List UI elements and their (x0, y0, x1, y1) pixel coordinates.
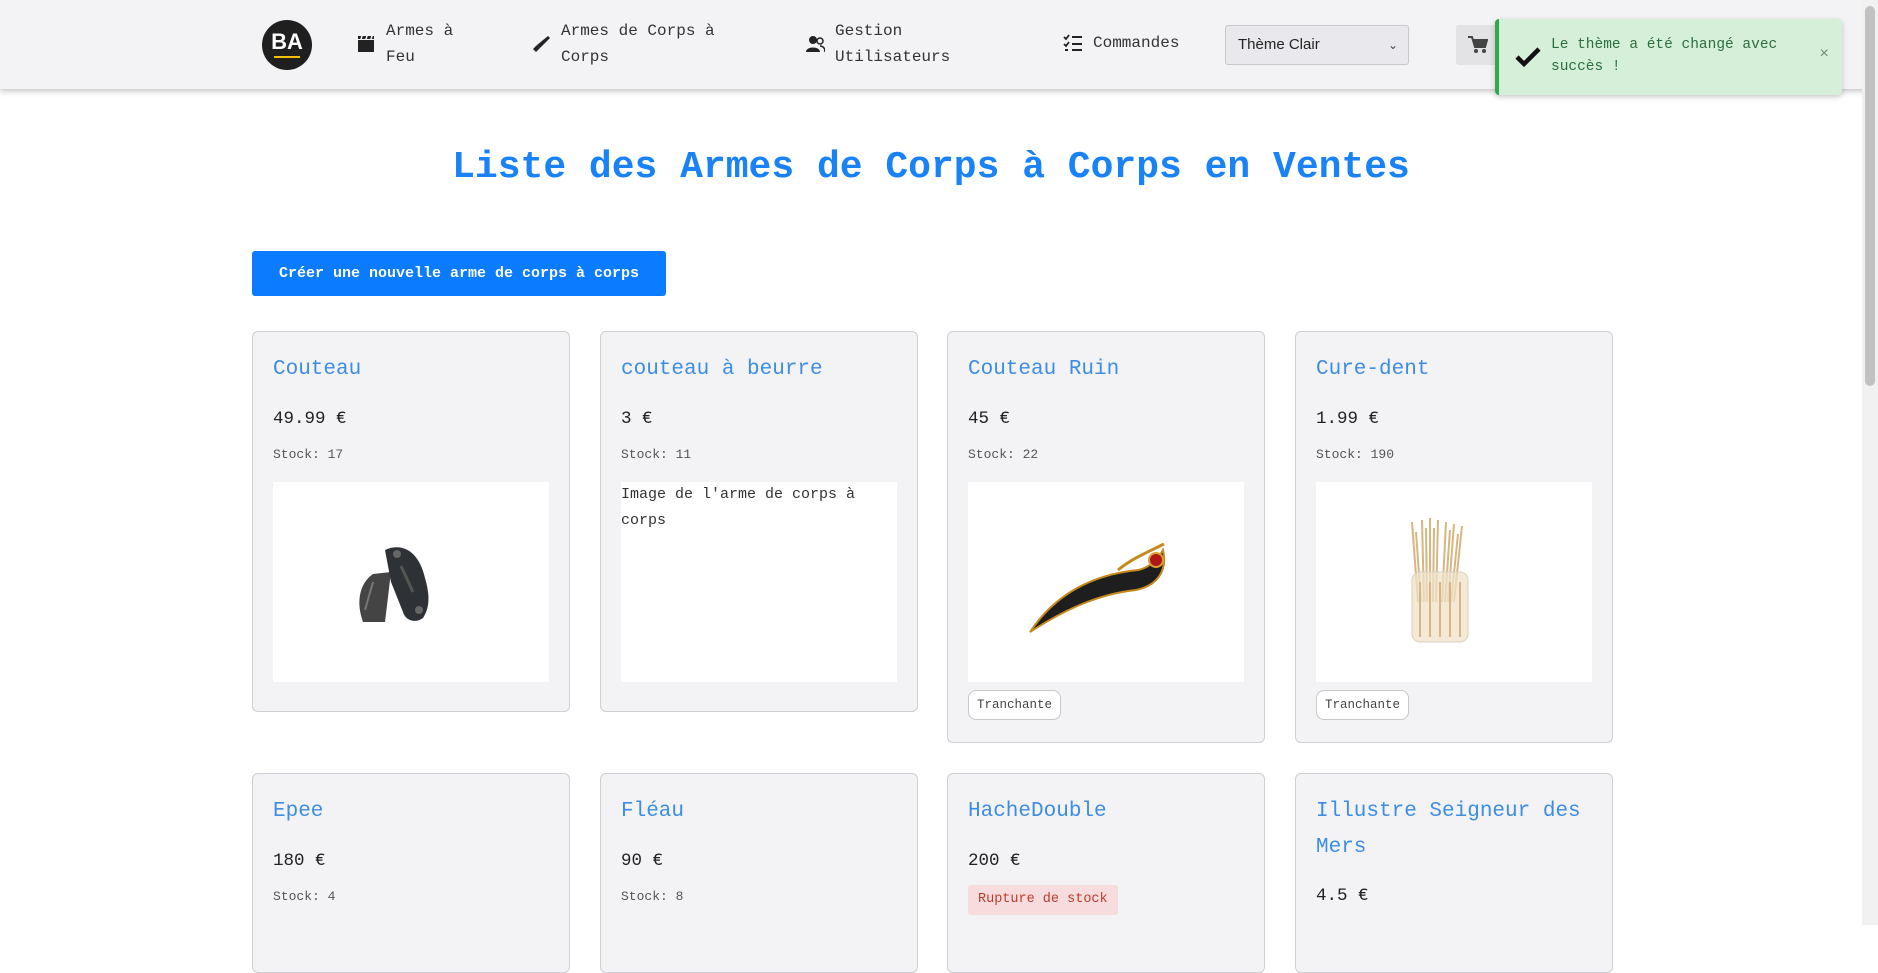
product-name-link[interactable]: couteau à beurre (621, 352, 901, 388)
product-tag: Tranchante (1316, 690, 1410, 720)
product-name-link[interactable]: Couteau (273, 352, 553, 388)
brand-logo[interactable]: BA (262, 20, 312, 70)
product-price: 45 € (968, 409, 1011, 429)
toast-message: Le thème a été changé avec succès ! (1551, 37, 1778, 75)
nav-label: Gestion Utilisateurs (835, 22, 951, 66)
page-title: Liste des Armes de Corps à Corps en Vent… (452, 146, 1410, 189)
product-name-link[interactable]: Epee (273, 794, 553, 830)
logo-underline (274, 56, 300, 58)
product-name-link[interactable]: Couteau Ruin (968, 352, 1248, 388)
scrollbar[interactable] (1862, 0, 1878, 925)
users-icon (806, 36, 825, 53)
product-card: HacheDouble 200 € Rupture de stock (947, 773, 1265, 973)
product-card: couteau à beurre 3 € Stock: 11 Image de … (600, 331, 918, 712)
product-card: Couteau Ruin 45 € Stock: 22 Tranchante (947, 331, 1265, 743)
create-melee-weapon-button[interactable]: Créer une nouvelle arme de corps à corps (252, 251, 666, 296)
product-price: 180 € (273, 851, 326, 871)
product-name-link[interactable]: Cure-dent (1316, 352, 1596, 388)
product-card: Fléau 90 € Stock: 8 (600, 773, 918, 973)
nav-item-commandes[interactable]: Commandes (1063, 30, 1179, 56)
product-stock: Stock: 17 (273, 447, 344, 462)
image-alt-text: Image de l'arme de corps à corps (621, 486, 856, 529)
product-image (1316, 482, 1592, 682)
nav-label: Armes à Feu (386, 22, 454, 66)
list-check-icon (1063, 34, 1082, 51)
nav-item-gestion-utilisateurs[interactable]: Gestion Utilisateurs (805, 18, 995, 70)
product-image (968, 482, 1244, 682)
out-of-stock-badge: Rupture de stock (968, 885, 1118, 915)
nav-label: Armes de Corps à Corps (561, 22, 715, 66)
product-card: Illustre Seigneur des Mers 4.5 € (1295, 773, 1613, 973)
product-tag: Tranchante (968, 690, 1062, 720)
product-price: 90 € (621, 851, 664, 871)
product-price: 1.99 € (1316, 409, 1380, 429)
product-card: Cure-dent 1.99 € Stock: 190 Tranchante (1295, 331, 1613, 743)
clapperboard-icon (358, 35, 374, 52)
product-stock: Stock: 190 (1316, 447, 1395, 462)
product-stock: Stock: 4 (273, 889, 336, 904)
product-name-link[interactable]: Illustre Seigneur des Mers (1316, 794, 1596, 866)
product-stock: Stock: 11 (621, 447, 692, 462)
scrollbar-thumb[interactable] (1865, 6, 1875, 386)
product-name-link[interactable]: Fléau (621, 794, 901, 830)
curved-dagger-image (1029, 542, 1166, 633)
product-image-broken: Image de l'arme de corps à corps (621, 482, 897, 682)
product-stock: Stock: 22 (968, 447, 1039, 462)
product-image (273, 482, 549, 682)
product-name-link[interactable]: HacheDouble (968, 794, 1248, 830)
product-stock: Stock: 8 (621, 889, 684, 904)
nav-label: Commandes (1093, 34, 1180, 52)
blade-icon (533, 36, 550, 52)
product-card: Couteau 49.99 € Stock: 17 (252, 331, 570, 712)
nav-item-armes-a-feu[interactable]: Armes à Feu (356, 18, 476, 70)
product-price: 200 € (968, 851, 1021, 871)
product-price: 4.5 € (1316, 886, 1369, 906)
close-icon[interactable]: × (1819, 45, 1829, 63)
cart-button[interactable] (1456, 25, 1500, 65)
folding-knife-image (359, 547, 429, 622)
chevron-down-icon: ⌄ (1387, 38, 1398, 52)
product-price: 49.99 € (273, 409, 347, 429)
theme-select[interactable]: Thème Clair ⌄ (1225, 25, 1409, 65)
success-toast: Le thème a été changé avec succès ! × (1495, 19, 1842, 95)
theme-select-value: Thème Clair (1238, 36, 1320, 53)
cart-icon (1468, 36, 1488, 53)
logo-text: BA (271, 29, 303, 54)
product-price: 3 € (621, 409, 653, 429)
check-icon (1515, 47, 1541, 68)
nav-item-armes-corps-a-corps[interactable]: Armes de Corps à Corps (531, 18, 741, 70)
toothpicks-jar-image (1411, 518, 1469, 643)
product-card: Epee 180 € Stock: 4 (252, 773, 570, 973)
